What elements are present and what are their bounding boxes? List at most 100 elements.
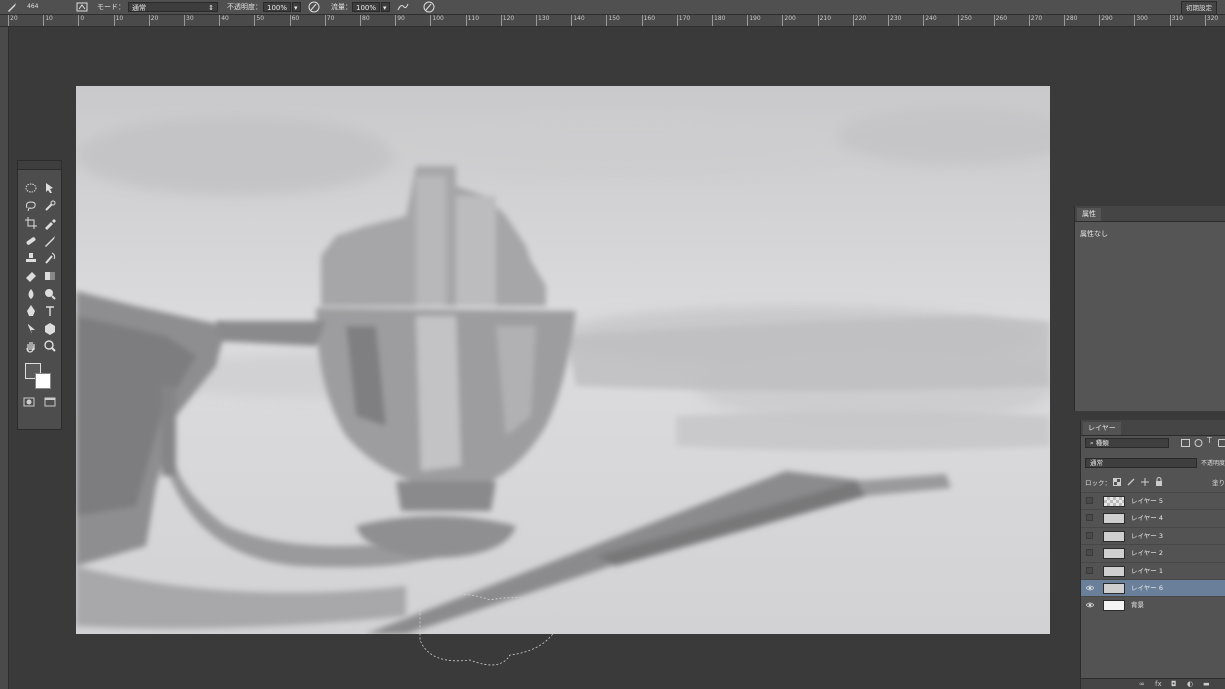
hand-icon[interactable] bbox=[24, 338, 38, 353]
ruler-tick-label: 190 bbox=[749, 15, 761, 22]
layer-row[interactable]: レイヤー 4 bbox=[1081, 509, 1225, 526]
opacity-dropdown-button[interactable]: ▾ bbox=[292, 2, 301, 12]
ellipse-marquee-icon[interactable] bbox=[24, 180, 38, 194]
type-icon[interactable] bbox=[43, 303, 57, 317]
layer-thumbnail bbox=[1103, 600, 1125, 612]
spot-heal-icon[interactable] bbox=[24, 233, 38, 247]
mode-label: モード： bbox=[97, 3, 125, 11]
history-brush-icon[interactable] bbox=[43, 250, 57, 265]
ruler-tick-mark bbox=[1064, 15, 1065, 26]
ruler-tick-label: 300 bbox=[1136, 15, 1148, 22]
ruler-tick-label: 260 bbox=[995, 15, 1008, 22]
brush-panel-icon[interactable] bbox=[76, 1, 88, 13]
brush-icon[interactable] bbox=[43, 233, 57, 247]
tools-panel-header[interactable] bbox=[18, 161, 61, 170]
ruler-tick-label: 220 bbox=[854, 15, 867, 22]
path-select-icon[interactable] bbox=[24, 321, 38, 335]
layer-thumbnail bbox=[1103, 565, 1125, 577]
ruler-tick-label: 240 bbox=[925, 15, 937, 22]
stamp-icon[interactable] bbox=[24, 250, 38, 264]
ruler-tick-label: 130 bbox=[538, 15, 550, 22]
ruler-tick-mark bbox=[500, 15, 502, 26]
ruler-tick-label: 30 bbox=[186, 15, 194, 22]
layer-name: レイヤー 2 bbox=[1131, 549, 1164, 558]
pen-icon[interactable] bbox=[24, 303, 38, 317]
shape-icon[interactable] bbox=[43, 321, 57, 335]
crop-icon[interactable] bbox=[24, 215, 38, 230]
fill-label: 塗り bbox=[1212, 479, 1225, 487]
eye-icon[interactable] bbox=[1086, 584, 1094, 592]
adjustment-icon[interactable]: ◐ bbox=[1187, 679, 1193, 689]
visibility-toggle[interactable] bbox=[1086, 566, 1093, 574]
screen-mode-icon[interactable] bbox=[44, 397, 56, 407]
blend-mode-select[interactable]: 通常 bbox=[1085, 458, 1197, 468]
ruler-tick-label: 270 bbox=[1030, 15, 1043, 22]
brush-tool-icon[interactable] bbox=[6, 1, 18, 13]
eye-icon[interactable] bbox=[1086, 601, 1094, 609]
opacity-input[interactable]: 100% bbox=[263, 2, 291, 12]
layer-row[interactable]: レイヤー 5 bbox=[1081, 492, 1225, 509]
ruler-tick-mark bbox=[254, 15, 256, 26]
filter-shape-icon[interactable] bbox=[1218, 439, 1225, 447]
ruler-tick-mark bbox=[324, 15, 326, 26]
layer-row[interactable]: 背景 bbox=[1081, 596, 1225, 613]
lock-pixels-icon[interactable] bbox=[1127, 478, 1135, 486]
mode-value: 通常 bbox=[132, 4, 146, 12]
properties-panel: 属性 属性なし bbox=[1074, 206, 1225, 411]
layer-name: レイヤー 1 bbox=[1131, 566, 1164, 575]
layer-filter-select[interactable]: ⌕ 種類 bbox=[1085, 438, 1169, 448]
flow-label: 流量： bbox=[331, 3, 352, 11]
flow-input[interactable]: 100% bbox=[352, 2, 380, 12]
zoom-icon[interactable] bbox=[43, 338, 57, 353]
ruler-tick-label: 250 bbox=[960, 15, 972, 22]
lock-transparent-icon[interactable] bbox=[1113, 478, 1121, 486]
ruler-tick-mark bbox=[395, 15, 397, 26]
mask-icon[interactable]: ◘ bbox=[1171, 679, 1177, 689]
layer-row[interactable]: レイヤー 2 bbox=[1081, 544, 1225, 561]
quick-select-icon[interactable] bbox=[43, 198, 57, 212]
flow-dropdown-button[interactable]: ▾ bbox=[381, 2, 390, 12]
ruler-tick-label: 90 bbox=[397, 15, 405, 22]
quick-mask-icon[interactable] bbox=[23, 397, 35, 407]
document-canvas[interactable] bbox=[76, 86, 1050, 634]
lasso-icon[interactable] bbox=[24, 198, 38, 212]
pressure-opacity-icon[interactable] bbox=[308, 1, 320, 13]
ruler-tick-mark bbox=[465, 15, 467, 26]
ruler-tick-label: 230 bbox=[890, 15, 902, 22]
visibility-toggle[interactable] bbox=[1086, 531, 1093, 539]
ruler-tick-mark bbox=[571, 15, 573, 26]
tab-properties[interactable]: 属性 bbox=[1077, 208, 1101, 221]
tab-layers[interactable]: レイヤー bbox=[1083, 422, 1121, 435]
fx-icon[interactable]: fx bbox=[1155, 679, 1162, 689]
lock-position-icon[interactable] bbox=[1141, 478, 1149, 486]
eyedropper-icon[interactable] bbox=[43, 215, 57, 231]
filter-type-icon[interactable]: T bbox=[1207, 436, 1212, 445]
ruler-tick-mark bbox=[641, 15, 643, 26]
gradient-icon[interactable] bbox=[43, 268, 57, 282]
reset-workspace-button[interactable]: 初期設定 bbox=[1181, 1, 1217, 15]
pressure-size-icon[interactable] bbox=[423, 1, 435, 13]
brush-preset-picker[interactable]: 464 bbox=[27, 0, 38, 14]
properties-tabbar: 属性 bbox=[1075, 206, 1225, 222]
visibility-toggle[interactable] bbox=[1086, 514, 1093, 522]
airbrush-icon[interactable] bbox=[397, 1, 409, 13]
layer-row[interactable]: レイヤー 1 bbox=[1081, 561, 1225, 579]
background-color-swatch[interactable] bbox=[35, 373, 51, 389]
dodge-icon[interactable] bbox=[43, 286, 57, 300]
folder-icon[interactable]: ▬ bbox=[1203, 679, 1210, 689]
eraser-icon[interactable] bbox=[24, 268, 38, 282]
visibility-toggle[interactable] bbox=[1086, 549, 1093, 557]
layer-row[interactable]: レイヤー 6 bbox=[1081, 579, 1225, 596]
filter-pixel-icon[interactable] bbox=[1181, 439, 1190, 447]
lock-all-icon[interactable] bbox=[1155, 477, 1163, 486]
move-icon[interactable] bbox=[43, 180, 57, 194]
ruler-tick-mark bbox=[8, 15, 9, 26]
layer-thumbnail bbox=[1103, 513, 1125, 525]
visibility-toggle[interactable] bbox=[1086, 497, 1093, 504]
link-icon[interactable]: ∞ bbox=[1139, 679, 1145, 689]
mode-select[interactable]: 通常 ⇕ bbox=[128, 2, 218, 12]
blur-icon[interactable] bbox=[24, 286, 38, 300]
filter-adjustment-icon[interactable] bbox=[1194, 439, 1203, 447]
ruler-tick-mark bbox=[219, 15, 221, 26]
layer-row[interactable]: レイヤー 3 bbox=[1081, 526, 1225, 544]
